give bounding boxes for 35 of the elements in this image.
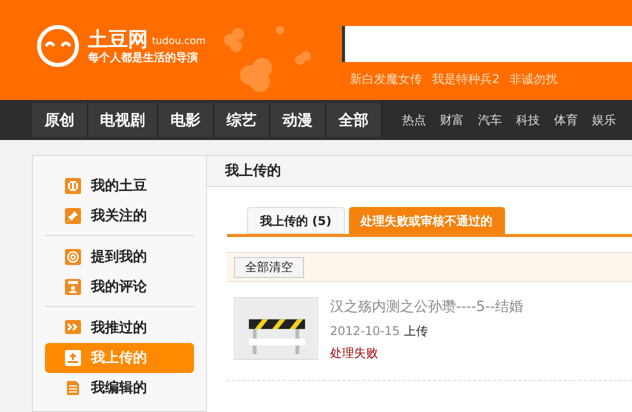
logo-name: 土豆网 bbox=[88, 27, 148, 51]
sidebar-item[interactable]: 提到我的 bbox=[45, 242, 194, 272]
person-card-icon bbox=[65, 279, 81, 295]
nav-tab[interactable]: 电影 bbox=[158, 103, 214, 137]
channel-link[interactable]: 娱乐 bbox=[592, 111, 616, 129]
sidebar-item[interactable]: 我的评论 bbox=[45, 272, 194, 302]
chevrons-icon bbox=[65, 320, 81, 336]
clear-all-button[interactable]: 全部清空 bbox=[234, 256, 304, 278]
pin-icon bbox=[65, 208, 81, 224]
search-field[interactable] bbox=[342, 26, 632, 62]
smiley-logo-icon bbox=[36, 24, 80, 68]
nav-tab[interactable]: 全部 bbox=[326, 103, 382, 137]
upload-date: 2012-10-15 bbox=[330, 323, 400, 340]
channel-link[interactable]: 财富 bbox=[440, 111, 464, 129]
status-text: 处理失败 bbox=[330, 345, 379, 362]
document-icon bbox=[65, 380, 81, 396]
upload-label: 上传 bbox=[404, 323, 428, 340]
video-title[interactable]: 汉之殇内测之公孙瓒----5--结婚 bbox=[330, 297, 524, 318]
tab[interactable]: 我上传的 (5) bbox=[247, 207, 344, 234]
sidebar-item[interactable]: 我的土豆 bbox=[45, 171, 194, 201]
nav-tab[interactable]: 动漫 bbox=[270, 103, 326, 137]
sidebar-item[interactable]: 我关注的 bbox=[45, 201, 194, 231]
channel-link[interactable]: 体育 bbox=[554, 111, 578, 129]
channel-link[interactable]: 汽车 bbox=[478, 111, 502, 129]
upload-icon bbox=[65, 350, 81, 366]
logo-slogan: 每个人都是生活的导演 bbox=[88, 51, 199, 65]
channel-link[interactable]: 科技 bbox=[516, 111, 540, 129]
channel-link[interactable]: 热点 bbox=[402, 111, 426, 129]
sidebar-item[interactable]: 我编辑的 bbox=[45, 373, 194, 403]
nav-tab[interactable]: 电视剧 bbox=[88, 103, 158, 137]
logo-domain: tudou.com bbox=[152, 35, 206, 49]
page-title: 我上传的 bbox=[225, 162, 281, 180]
nav-tab[interactable]: 综艺 bbox=[214, 103, 270, 137]
nav-tab[interactable]: 原创 bbox=[32, 103, 88, 137]
sidebar-item[interactable]: 我推过的 bbox=[45, 313, 194, 343]
